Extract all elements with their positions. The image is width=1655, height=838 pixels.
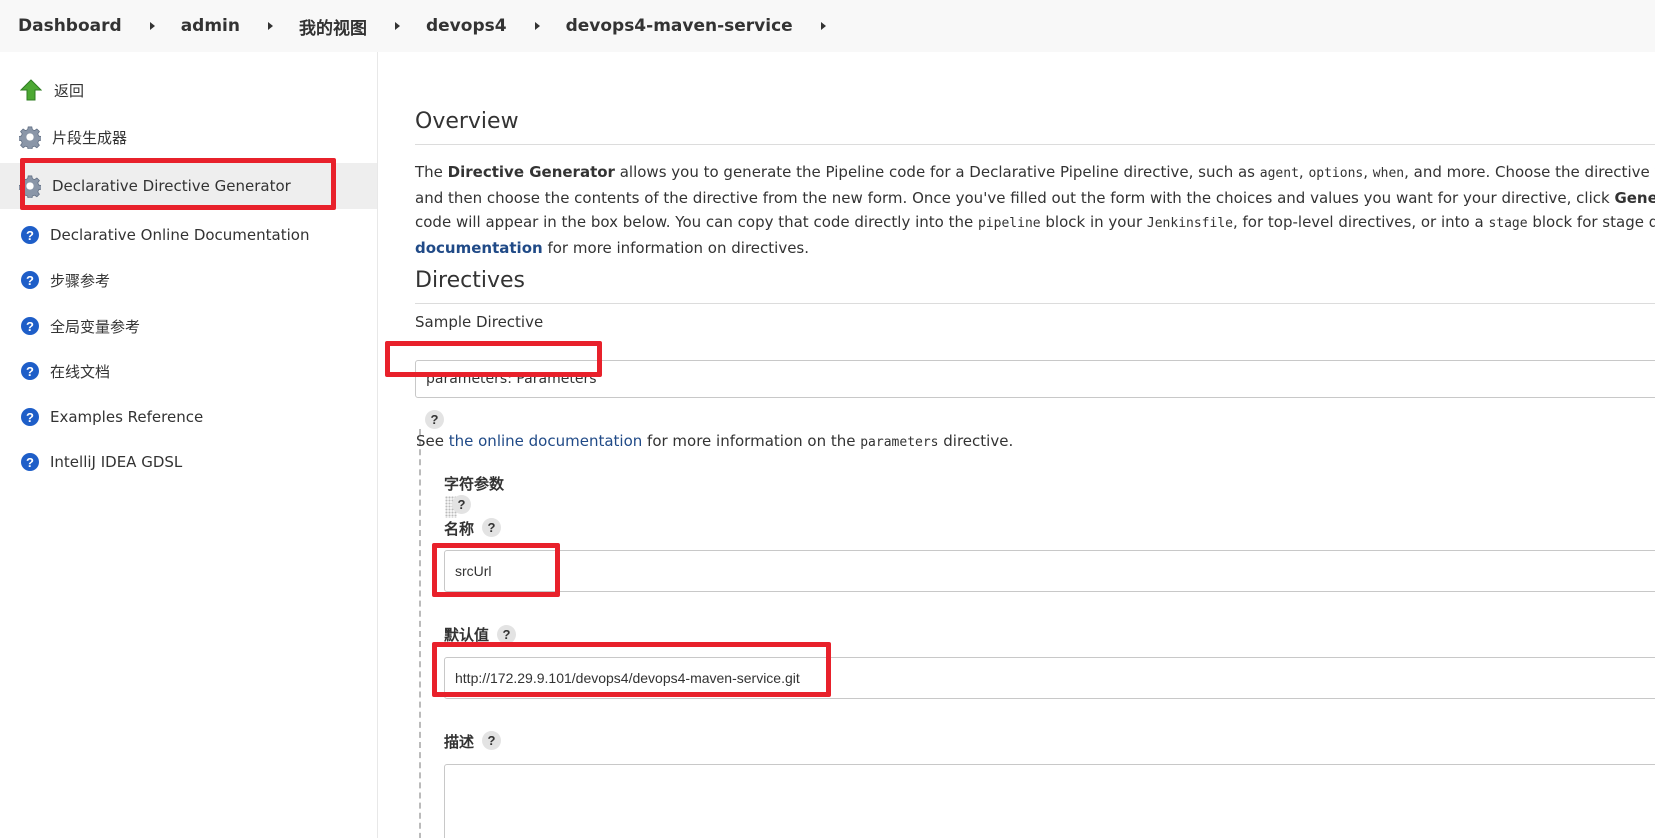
sidebar-item-label: 在线文档: [50, 362, 111, 381]
breadcrumb: Dashboard admin 我的视图 devops4 devops4-mav…: [0, 0, 1655, 52]
sample-directive-label: Sample Directive: [415, 313, 544, 331]
sidebar-item-label: 全局变量参考: [50, 317, 141, 336]
breadcrumb-separator-icon[interactable]: [820, 22, 826, 30]
sidebar-item-snippet-generator[interactable]: 片段生成器: [0, 120, 377, 154]
directives-heading: Directives: [415, 268, 525, 293]
sidebar: 返回 片段生成器 Declarative Directive Generator…: [0, 52, 378, 838]
text: allows you to generate the Pipeline code…: [614, 163, 1260, 181]
sidebar-item-examples-reference[interactable]: ? Examples Reference: [0, 400, 377, 434]
breadcrumb-separator-icon[interactable]: [394, 22, 400, 30]
gear-icon: [19, 126, 41, 149]
breadcrumb-my-view[interactable]: 我的视图: [299, 14, 367, 39]
breadcrumb-admin[interactable]: admin: [181, 16, 240, 36]
text: The: [415, 163, 448, 181]
name-field[interactable]: srcUrl: [444, 550, 1655, 592]
sidebar-item-declarative-online-docs[interactable]: ? Declarative Online Documentation: [0, 218, 377, 252]
sidebar-item-step-reference[interactable]: ? 步骤参考: [0, 263, 377, 297]
description-label: 描述: [444, 733, 475, 751]
text: See: [416, 432, 449, 450]
breadcrumb-separator-icon[interactable]: [534, 22, 540, 30]
main-content: Overview The Directive Generator allows …: [379, 52, 1655, 838]
divider: [415, 144, 1655, 145]
breadcrumb-devops4[interactable]: devops4: [426, 16, 507, 36]
text: and then choose the contents of the dire…: [415, 189, 1615, 207]
breadcrumb-separator-icon[interactable]: [149, 22, 155, 30]
text-bold: Generate Declarativ: [1614, 189, 1655, 207]
code-parameters: parameters: [860, 435, 939, 450]
code-when: when: [1372, 166, 1405, 181]
overview-heading: Overview: [415, 109, 519, 134]
help-icon[interactable]: ?: [425, 410, 444, 429]
code-jenkinsfile: Jenkinsfile: [1146, 216, 1233, 231]
text: block for stage directives. S: [1532, 213, 1655, 231]
highlight-box: [432, 642, 831, 697]
text: for more information on the: [642, 432, 861, 450]
help-icon: ?: [21, 226, 39, 244]
code-pipeline: pipeline: [977, 216, 1041, 231]
text-bold: Directive Generator: [447, 163, 615, 181]
text: for more information on directives.: [542, 239, 810, 257]
code-agent: agent: [1259, 166, 1299, 181]
breadcrumb-dashboard[interactable]: Dashboard: [18, 16, 122, 36]
breadcrumb-job[interactable]: devops4-maven-service: [566, 16, 793, 36]
string-parameter-heading: 字符参数: [444, 475, 505, 493]
sidebar-item-label: Examples Reference: [50, 408, 204, 426]
up-arrow-icon: [20, 79, 42, 101]
breadcrumb-separator-icon[interactable]: [267, 22, 273, 30]
help-icon: ?: [21, 362, 39, 380]
help-icon[interactable]: ?: [482, 731, 501, 750]
overview-paragraph: The Directive Generator allows you to ge…: [415, 160, 1655, 260]
help-icon[interactable]: ?: [482, 518, 501, 537]
description-field[interactable]: [444, 764, 1655, 838]
text: block in your: [1040, 213, 1147, 231]
online-docs-note: See the online documentation for more in…: [416, 432, 1013, 450]
text: , for top-level directives, or into a: [1232, 213, 1489, 231]
sidebar-item-global-variable-reference[interactable]: ? 全局变量参考: [0, 309, 377, 343]
text: ,: [1363, 163, 1373, 181]
sidebar-item-label: 片段生成器: [52, 128, 128, 147]
help-icon: ?: [21, 453, 39, 471]
name-label: 名称: [444, 520, 475, 538]
online-documentation-link[interactable]: the online documentation: [449, 432, 643, 450]
text: code will appear in the box below. You c…: [415, 213, 978, 231]
text: , and more. Choose the directive you're …: [1404, 163, 1655, 181]
sidebar-item-online-docs[interactable]: ? 在线文档: [0, 354, 377, 388]
help-icon[interactable]: ?: [452, 495, 471, 514]
documentation-link[interactable]: documentation: [415, 239, 543, 257]
sidebar-item-label: 步骤参考: [50, 271, 111, 290]
code-options: options: [1308, 166, 1364, 181]
sidebar-item-label: Declarative Online Documentation: [50, 226, 310, 244]
directive-form-border: [419, 429, 421, 838]
highlight-box: [385, 341, 602, 377]
highlight-box: [432, 543, 560, 597]
text: directive.: [938, 432, 1014, 450]
sidebar-item-label: IntelliJ IDEA GDSL: [50, 453, 183, 471]
sidebar-item-label: 返回: [54, 81, 85, 100]
help-icon: ?: [21, 317, 39, 335]
help-icon: ?: [21, 271, 39, 289]
highlight-box: [20, 158, 336, 210]
code-stage: stage: [1488, 216, 1528, 231]
divider: [415, 303, 1655, 304]
help-icon: ?: [21, 408, 39, 426]
sidebar-item-back[interactable]: 返回: [0, 73, 377, 107]
sidebar-item-intellij-gdsl[interactable]: ? IntelliJ IDEA GDSL: [0, 445, 377, 479]
